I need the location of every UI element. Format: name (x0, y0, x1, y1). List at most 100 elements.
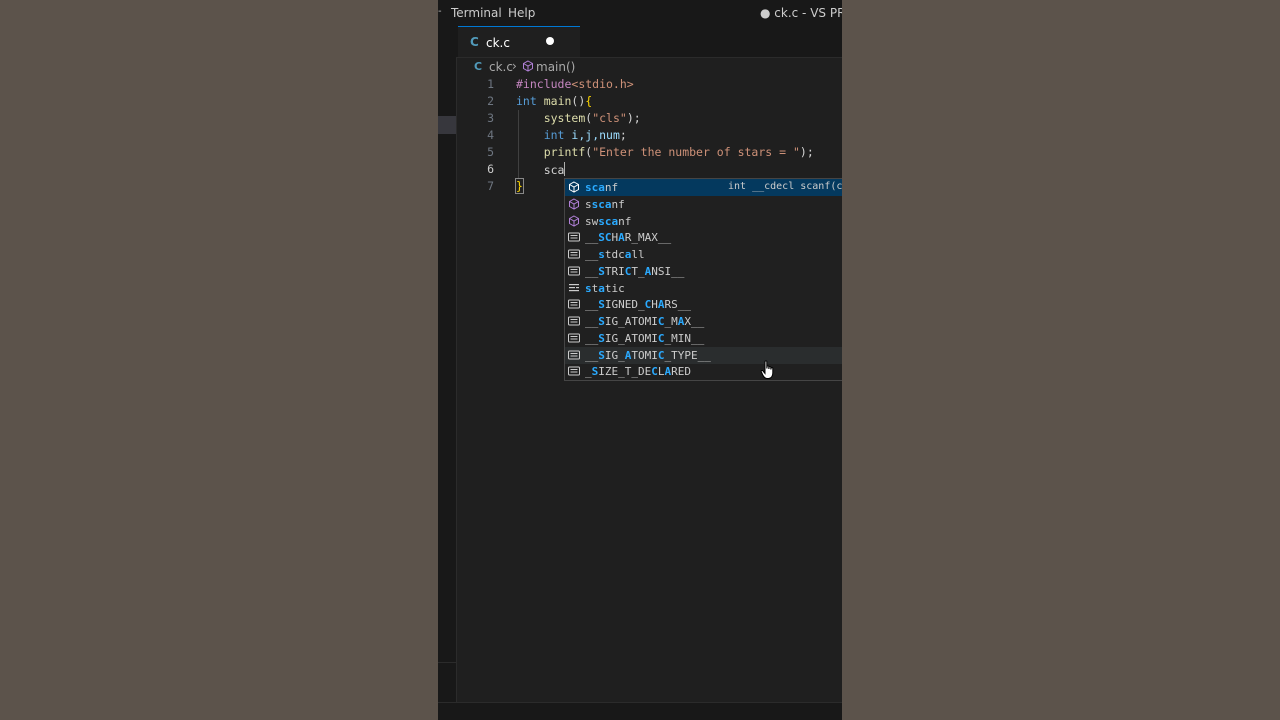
suggestion-label: __stdcall (585, 248, 645, 261)
line-code: #include<stdio.h> (516, 77, 634, 91)
suggestion-match-highlight: S (598, 315, 605, 328)
suggestion-label: __SIG_ATOMIC_MIN__ (585, 332, 704, 345)
suggestion-item[interactable]: __SIG_ATOMIC_MIN__ (565, 330, 842, 347)
suggestion-text: IGNED_ (604, 298, 645, 312)
code-line: 3 system("cls"); (456, 110, 842, 127)
suggestion-match-highlight: sca (598, 214, 619, 228)
menu-terminal[interactable]: Terminal (451, 6, 502, 20)
text-snippet-icon (568, 266, 580, 276)
suggestion-text: __ (585, 298, 599, 312)
menu-overflow-icon[interactable]: ‑ (438, 6, 442, 17)
token-preprocessor: #include (516, 77, 572, 91)
suggestion-item[interactable]: __SIG_ATOMIC_TYPE__ (565, 346, 842, 364)
token-brace: } (515, 178, 524, 194)
line-number: 1 (487, 77, 494, 91)
code-line: 5 printf("Enter the number of stars = ")… (456, 144, 842, 161)
tab-ck-c[interactable]: C ck.c (458, 26, 580, 57)
vscode-window: ‑ Terminal Help ● ck.c - VS PROG C ck.c … (438, 0, 842, 720)
suggestion-text: _MIN__ (664, 331, 705, 345)
menu-bar: ‑ Terminal Help ● ck.c - VS PROG (438, 0, 842, 26)
suggestion-label: __SIG_ATOMIC_MAX__ (585, 315, 704, 328)
token-include-path: <stdio.h> (571, 77, 634, 91)
suggestion-text: IG_ATOMI (604, 331, 658, 345)
suggestion-text: __ (585, 231, 599, 245)
method-cube-icon (569, 181, 579, 193)
suggestion-match-highlight: sca (585, 181, 605, 194)
suggestion-label: swscanf (585, 215, 631, 228)
token-function: main (543, 94, 572, 108)
code-line-active: 6 sca (456, 161, 842, 178)
token-keyword: int (516, 94, 537, 108)
token-punct: ); (799, 145, 814, 159)
suggestion-text: tdc (604, 248, 625, 261)
suggestion-text: H (651, 298, 658, 312)
line-code: sca (516, 162, 566, 177)
line-code: int i,j,num; (516, 128, 627, 142)
suggestion-label: __SIGNED_CHARS__ (585, 298, 691, 311)
suggestion-label: scanf (585, 181, 618, 194)
suggestion-item[interactable]: scanf int __cdecl scanf(co (565, 179, 842, 196)
hand-pointer-icon (760, 360, 774, 379)
suggestion-item[interactable]: swscanf (565, 213, 842, 230)
suggestion-label: __SIG_ATOMIC_TYPE__ (585, 349, 711, 362)
suggestion-item[interactable]: static (565, 280, 842, 297)
suggestion-item[interactable]: __STRICT_ANSI__ (565, 263, 842, 280)
suggestion-match-highlight: s (598, 248, 605, 261)
suggestion-match-highlight: S (598, 298, 605, 312)
suggestion-item[interactable]: __stdcall (565, 246, 842, 263)
breadcrumb-file[interactable]: ck.c (489, 60, 513, 74)
token-string: "Enter the number of stars = " (592, 145, 800, 159)
c-language-icon: C (474, 60, 483, 73)
token-punct: ); (626, 111, 641, 125)
autocomplete-suggest-widget: scanf int __cdecl scanf(co sscanf swscanf __… (564, 178, 842, 381)
line-code: system("cls"); (516, 111, 641, 125)
text-snippet-icon (568, 316, 580, 326)
line-number: 5 (487, 145, 494, 159)
breadcrumb-symbol[interactable]: main() (536, 60, 575, 74)
suggestion-text: X__ (684, 315, 705, 328)
suggestion-item[interactable]: __SCHAR_MAX__ (565, 229, 842, 246)
suggestion-detail: int __cdecl scanf(co (728, 181, 842, 192)
menu-help[interactable]: Help (508, 6, 535, 20)
suggestion-item[interactable]: _SIZE_T_DECLARED (565, 363, 842, 380)
suggestion-text: R_MAX__ (624, 231, 672, 245)
suggestion-item[interactable]: sscanf (565, 196, 842, 213)
suggestion-text: sw (585, 214, 599, 228)
suggestion-text: RED (671, 365, 691, 379)
suggestion-text: __ (585, 348, 599, 362)
token-brace: { (585, 94, 593, 108)
c-language-icon: C (470, 35, 479, 49)
suggestion-text: _M (664, 315, 678, 328)
unsaved-dot-icon[interactable] (546, 37, 554, 45)
suggestion-text: TRI (604, 264, 625, 278)
suggestion-text: _TYPE__ (664, 348, 711, 362)
suggestion-text: _ (585, 365, 592, 379)
suggestion-text: __ (585, 264, 599, 278)
suggestion-match-highlight: SC (598, 231, 612, 245)
suggestion-match-highlight: S (598, 348, 605, 362)
text-snippet-icon (568, 333, 580, 343)
line-code: printf("Enter the number of stars = "); (516, 145, 814, 159)
suggestion-match-highlight: C (651, 365, 658, 379)
suggestion-item[interactable]: __SIGNED_CHARS__ (565, 296, 842, 313)
code-editor[interactable]: 1 #include<stdio.h> 2 int main(){ 3 syst… (456, 76, 842, 702)
text-snippet-icon (568, 366, 580, 376)
line-number: 7 (487, 179, 494, 193)
token-punct: ; (619, 128, 627, 142)
suggestion-text: __ (585, 315, 599, 328)
suggestion-item[interactable]: __SIG_ATOMIC_MAX__ (565, 313, 842, 330)
suggestion-text: nf (618, 214, 632, 228)
line-code: } (515, 178, 524, 194)
editor-tab-bar: C ck.c (456, 26, 842, 58)
token-function: printf (543, 145, 586, 159)
suggestion-text: IG_ATOMI (604, 315, 658, 328)
suggestion-label: _SIZE_T_DECLARED (585, 365, 691, 378)
suggestion-match-highlight: C (657, 348, 665, 362)
activity-bar-active-item[interactable] (438, 116, 456, 134)
activity-bar-divider (438, 662, 456, 663)
token-typed-text: sca (543, 163, 565, 177)
token-keyword: int (543, 128, 565, 142)
cube-icon (523, 60, 533, 72)
line-number: 4 (487, 128, 494, 142)
suggestion-match-highlight: S (598, 264, 605, 278)
